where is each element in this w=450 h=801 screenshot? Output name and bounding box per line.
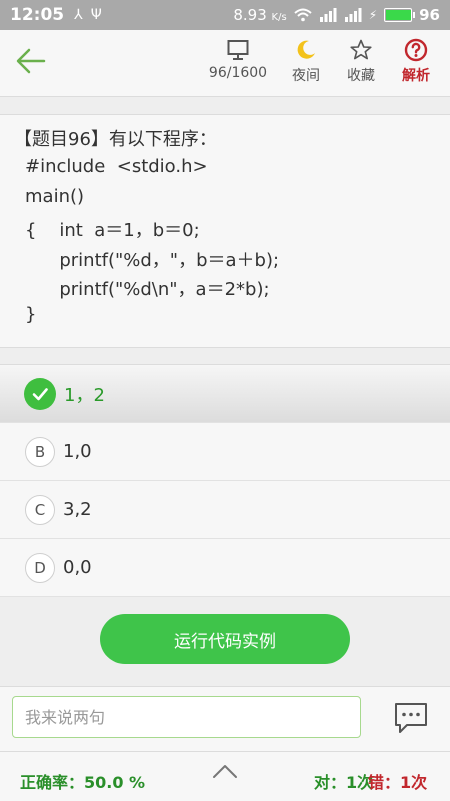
status-bar: 12:05 ⅄ Ψ 8.93 K/s ⚡ 96 <box>0 0 450 30</box>
option-b[interactable]: B 1,0 <box>0 423 450 481</box>
question-panel: 【题目96】有以下程序： #include <stdio.h> main() {… <box>0 114 450 348</box>
option-text: 0,0 <box>63 557 92 578</box>
share-icon: ⅄ <box>74 7 83 23</box>
option-c[interactable]: C 3,2 <box>0 481 450 539</box>
wrong-count: 错：1次 <box>368 773 428 792</box>
charging-icon: ⚡ <box>368 8 378 22</box>
comment-input[interactable] <box>12 696 361 738</box>
option-letter: B <box>25 436 55 467</box>
code-line: } <box>25 304 37 325</box>
network-speed: 8.93 K/s <box>233 6 287 24</box>
option-a[interactable]: 1，2 <box>0 365 450 423</box>
stats-bar: 正确率：50.0 % 对：1次 错：1次 <box>0 751 450 801</box>
correct-check-icon <box>24 377 56 410</box>
question-progress-button[interactable]: 96/1600 <box>203 38 273 81</box>
code-line: printf("%d\n"，a＝2*b); <box>25 279 270 300</box>
status-right: 8.93 K/s ⚡ 96 <box>233 6 440 24</box>
code-line: { int a＝1，b＝0; <box>25 220 200 241</box>
monitor-icon <box>227 40 249 60</box>
progress-label: 96/1600 <box>208 65 268 81</box>
option-text: 3,2 <box>63 499 92 520</box>
option-d[interactable]: D 0,0 <box>0 539 450 597</box>
status-notification-icons: ⅄ Ψ <box>74 7 102 23</box>
option-letter: D <box>25 552 55 583</box>
back-arrow-icon[interactable] <box>14 44 48 78</box>
code-line: #include <stdio.h> <box>25 156 208 177</box>
moon-icon <box>297 40 315 59</box>
favorite-label: 收藏 <box>347 68 375 84</box>
wifi-icon <box>294 8 312 22</box>
question-title: 【题目96】有以下程序： <box>14 129 217 150</box>
option-text: 1,0 <box>63 441 92 462</box>
correct-count: 对：1次 <box>314 773 374 792</box>
top-toolbar: 96/1600 夜间 收藏 解析 <box>0 30 450 97</box>
run-code-button[interactable]: 运行代码实例 <box>100 614 350 664</box>
comment-bar <box>0 686 450 751</box>
analysis-label: 解析 <box>402 68 430 84</box>
code-line: printf("%d，"，b＝a＋b); <box>25 250 280 271</box>
battery-icon <box>384 8 416 22</box>
option-letter: C <box>25 494 55 525</box>
analysis-button[interactable]: 解析 <box>381 38 450 85</box>
chevron-up-icon[interactable] <box>212 762 238 780</box>
usb-icon: Ψ <box>90 7 102 23</box>
night-label: 夜间 <box>292 68 320 84</box>
code-line: main() <box>25 186 85 207</box>
chat-bubble-icon[interactable] <box>393 701 429 735</box>
signal-4g-icon <box>319 8 337 22</box>
star-icon <box>350 39 372 60</box>
option-text: 1，2 <box>64 384 105 406</box>
battery-level: 96 <box>419 6 440 24</box>
signal-icon <box>344 8 362 22</box>
status-time: 12:05 <box>10 5 65 25</box>
answer-options: 1，2 B 1,0 C 3,2 D 0,0 <box>0 364 450 597</box>
question-circle-icon <box>404 38 428 62</box>
accuracy-rate: 正确率：50.0 % <box>20 773 146 792</box>
